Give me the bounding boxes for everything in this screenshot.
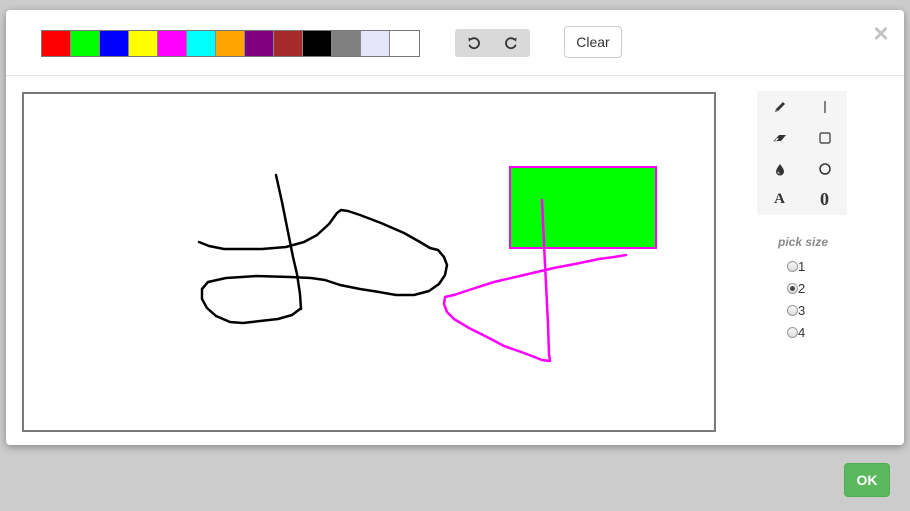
line-icon <box>823 100 826 113</box>
size-radio[interactable] <box>787 326 798 338</box>
size-panel: pick size 1 2 3 4 <box>768 235 838 343</box>
size-label: 1 <box>798 258 806 274</box>
ok-button[interactable]: OK <box>844 463 890 497</box>
canvas-drawing <box>197 166 657 363</box>
color-swatch[interactable] <box>361 31 390 56</box>
dialog-header: Clear × <box>6 10 904 76</box>
undo-button[interactable] <box>455 29 492 57</box>
size-title: pick size <box>777 235 829 249</box>
color-swatch[interactable] <box>42 31 71 56</box>
size-option-1[interactable]: 1 <box>768 255 838 277</box>
color-swatch[interactable] <box>129 31 158 56</box>
eraser-icon <box>772 134 786 141</box>
close-icon[interactable]: × <box>870 20 892 46</box>
circle-icon <box>818 162 831 175</box>
eraser-tool[interactable] <box>757 122 802 153</box>
size-label: 3 <box>798 302 806 318</box>
size-option-4[interactable]: 4 <box>768 321 838 343</box>
drawing-canvas[interactable] <box>22 92 716 432</box>
green-rectangle <box>509 166 657 249</box>
color-swatch[interactable] <box>100 31 129 56</box>
redo-button[interactable] <box>492 29 529 57</box>
color-swatch[interactable] <box>71 31 100 56</box>
text-tool[interactable]: A <box>757 184 802 215</box>
tool-panel: A 0 <box>757 91 847 215</box>
color-swatch[interactable] <box>216 31 245 56</box>
color-swatch[interactable] <box>158 31 187 56</box>
pencil-tool[interactable] <box>757 91 802 122</box>
color-palette <box>41 30 420 57</box>
color-swatch[interactable] <box>332 31 361 56</box>
size-label: 2 <box>798 280 806 296</box>
pencil-icon <box>774 101 785 112</box>
line-tool[interactable] <box>802 91 847 122</box>
history-buttons <box>455 29 530 57</box>
rectangle-tool[interactable] <box>802 122 847 153</box>
drawing-dialog: Clear × A 0 pick size 1 2 3 4 <box>6 10 904 445</box>
redo-icon <box>504 37 516 50</box>
circle-tool[interactable] <box>802 153 847 184</box>
color-swatch[interactable] <box>187 31 216 56</box>
color-swatch[interactable] <box>303 31 332 56</box>
clear-button[interactable]: Clear <box>564 26 622 58</box>
undo-icon <box>468 37 480 50</box>
fill-tool[interactable] <box>757 153 802 184</box>
size-radio[interactable] <box>787 304 798 316</box>
black-stroke-vertical <box>274 173 303 311</box>
color-swatch[interactable] <box>274 31 303 56</box>
size-radio[interactable] <box>787 260 798 272</box>
black-stroke-loop <box>197 208 449 325</box>
number-tool[interactable]: 0 <box>802 184 847 215</box>
drop-icon <box>775 163 784 175</box>
color-swatch[interactable] <box>245 31 274 56</box>
size-label: 4 <box>798 324 806 340</box>
size-radio[interactable] <box>787 282 798 294</box>
rectangle-icon <box>818 131 831 144</box>
size-option-3[interactable]: 3 <box>768 299 838 321</box>
color-swatch[interactable] <box>390 31 419 56</box>
size-option-2[interactable]: 2 <box>768 277 838 299</box>
